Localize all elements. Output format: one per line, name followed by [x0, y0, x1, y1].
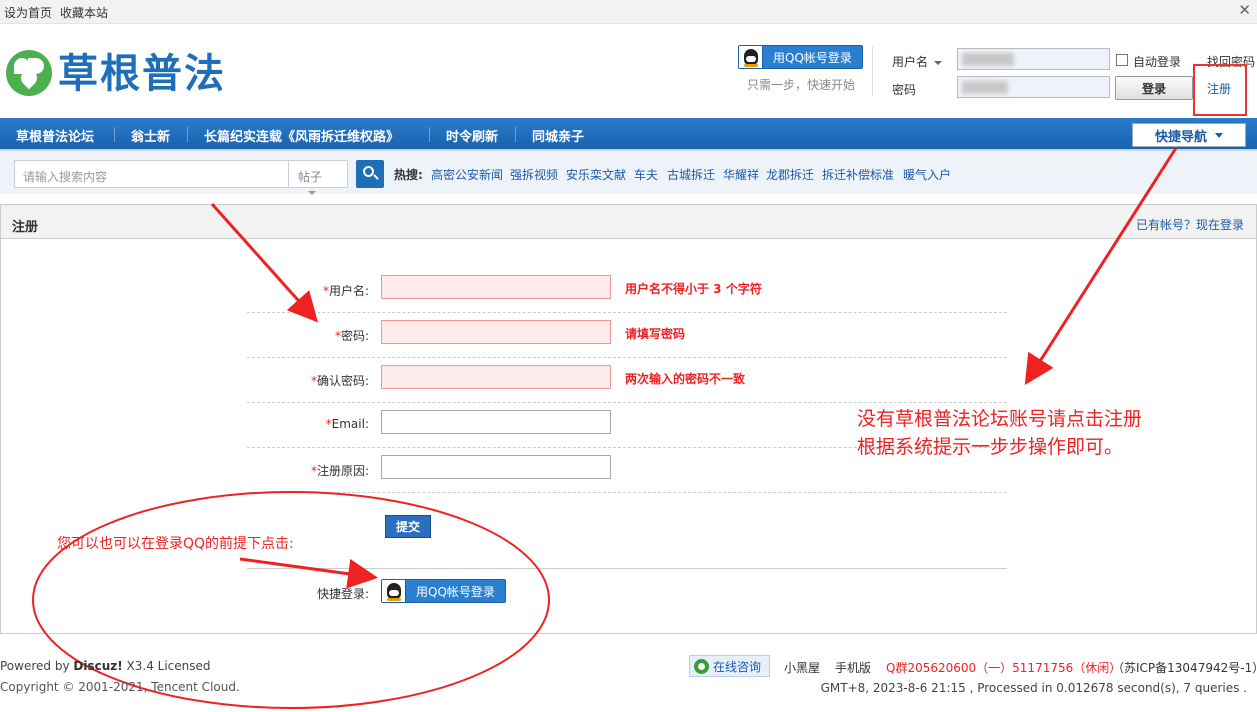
nav-item-wengshixin[interactable]: 翁士新	[131, 126, 170, 145]
site-logo[interactable]: 草根普法	[6, 48, 226, 100]
confirm-password-error: 两次输入的密码不一致	[625, 372, 746, 386]
hot-link[interactable]: 强拆视频	[510, 166, 558, 183]
page-title: 注册	[12, 220, 39, 235]
username-type-select[interactable]: 用户名	[892, 53, 943, 70]
hot-link[interactable]: 华耀祥	[723, 166, 759, 183]
divider	[247, 568, 1007, 569]
copyright: Copyright © 2001-2021, Tencent Cloud.	[0, 680, 240, 694]
nav-item-family[interactable]: 同城亲子	[532, 126, 584, 145]
search-bar: 请输入搜索内容 帖子	[0, 151, 1257, 195]
auto-login-checkbox[interactable]	[1116, 54, 1128, 66]
form-row-confirm-password: *确认密码: 两次输入的密码不一致	[247, 358, 1007, 403]
qq-penguin-icon	[739, 46, 763, 68]
search-type-select[interactable]: 帖子	[288, 160, 348, 195]
chevron-down-icon	[308, 190, 316, 195]
server-stats: GMT+8, 2023-8-6 21:15 , Processed in 0.0…	[820, 681, 1247, 695]
hot-link[interactable]: 龙郡拆迁	[766, 166, 814, 183]
hot-link[interactable]: 车夫	[634, 166, 658, 183]
chevron-down-icon	[1215, 132, 1223, 138]
hot-link[interactable]: 高密公安新闻	[431, 166, 503, 183]
annotation-register-note: 没有草根普法论坛账号请点击注册 根据系统提示一步步操作即可。	[857, 408, 1143, 458]
bookmark-link[interactable]: 收藏本站	[60, 4, 108, 21]
confirm-password-field[interactable]	[381, 365, 611, 389]
quick-nav-button[interactable]: 快捷导航	[1132, 123, 1246, 147]
hot-link[interactable]: 暖气入户	[903, 166, 951, 183]
panel-header: 注册 已有帐号？现在登录	[1, 205, 1256, 239]
chevron-down-icon	[934, 60, 943, 65]
hot-link[interactable]: 拆迁补偿标准	[822, 166, 894, 183]
icp-link[interactable]: （苏ICP备13047942号-1）	[1112, 659, 1257, 676]
nav-item-forum[interactable]: 草根普法论坛	[16, 126, 94, 145]
top-bar: 设为首页 收藏本站 ✕	[0, 0, 1257, 24]
header-divider	[872, 46, 873, 96]
form-row-password: *密码: 请填写密码	[247, 313, 1007, 358]
search-button[interactable]	[356, 160, 384, 188]
email-field[interactable]	[381, 410, 611, 434]
form-row-username: *用户名: 用户名不得小于 3 个字符	[247, 268, 1007, 313]
logo-text: 草根普法	[58, 51, 226, 97]
password-error: 请填写密码	[625, 327, 686, 341]
close-icon[interactable]: ✕	[1238, 1, 1251, 19]
qq-penguin-icon	[382, 580, 406, 602]
qq-hint: 只需一步，快速开始	[747, 78, 856, 92]
qq-login-button[interactable]: 用QQ帐号登录	[738, 45, 863, 69]
username-field[interactable]	[381, 275, 611, 299]
annotation-qq-note: 您可以也可以在登录QQ的前提下点击:	[57, 536, 294, 552]
chat-icon	[694, 658, 709, 674]
clover-logo-icon	[6, 50, 52, 96]
hot-search-label: 热搜:	[394, 168, 423, 182]
login-button[interactable]: 登录	[1115, 76, 1193, 100]
reason-field[interactable]	[381, 455, 611, 479]
qq-group-link[interactable]: Q群205620600（一）51171756（休闲）	[886, 659, 1121, 676]
nav-item-refresh[interactable]: 时令刷新	[446, 126, 498, 145]
password-field[interactable]	[381, 320, 611, 344]
mobile-link[interactable]: 手机版	[835, 659, 871, 676]
online-consult-button[interactable]: 在线咨询	[689, 655, 770, 677]
submit-button[interactable]: 提交	[385, 515, 431, 538]
main-nav: 草根普法论坛 翁士新 长篇纪实连载《风雨拆迁维权路》 时令刷新 同城亲子	[0, 118, 1257, 151]
quick-login-label: 快捷登录:	[317, 587, 370, 601]
powered-by: Powered by Discuz! X3.4 Licensed	[0, 659, 211, 673]
nav-item-serial[interactable]: 长篇纪实连载《风雨拆迁维权路》	[204, 126, 399, 145]
password-label: 密码	[892, 83, 917, 97]
username-input[interactable]	[957, 48, 1110, 70]
existing-account-login-link[interactable]: 已有帐号？现在登录	[1136, 216, 1244, 233]
search-input[interactable]: 请输入搜索内容	[14, 160, 289, 188]
auto-login-label: 自动登录	[1133, 55, 1182, 69]
hot-link[interactable]: 安乐栾文献	[566, 166, 626, 183]
username-error: 用户名不得小于 3 个字符	[625, 282, 762, 296]
quick-qq-login-button[interactable]: 用QQ帐号登录	[381, 579, 506, 603]
set-homepage-link[interactable]: 设为首页	[4, 4, 52, 21]
site-header: 草根普法	[0, 24, 1257, 116]
password-input[interactable]	[957, 76, 1110, 98]
annotation-highlight-box	[1193, 64, 1247, 116]
hot-link[interactable]: 古城拆迁	[667, 166, 715, 183]
blacklist-link[interactable]: 小黑屋	[784, 659, 820, 676]
